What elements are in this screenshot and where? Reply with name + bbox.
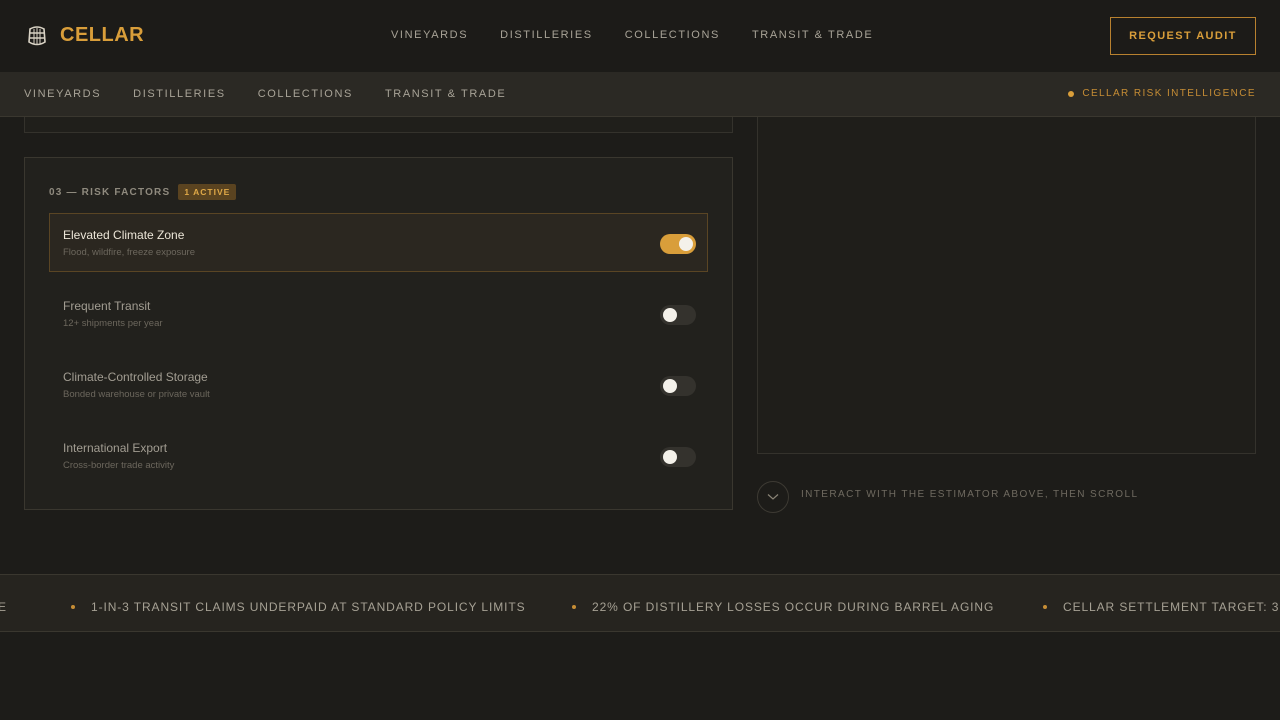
barrel-logo-icon — [28, 25, 46, 45]
top-header: CELLAR VINEYARDS DISTILLERIES COLLECTION… — [0, 0, 1280, 72]
ticker-item: CELLAR SETTLEMENT TARGET: 31 — [1063, 600, 1280, 614]
factor-international-export[interactable]: International Export Cross-border trade … — [49, 426, 708, 485]
ticker-separator-dot — [71, 605, 75, 609]
scroll-hint: INTERACT WITH THE ESTIMATOR ABOVE, THEN … — [757, 481, 1138, 513]
toggle-knob — [663, 450, 677, 464]
toggle-knob — [679, 237, 693, 251]
toggle-switch[interactable] — [660, 305, 696, 325]
subnav-transit-trade[interactable]: TRANSIT & TRADE — [385, 88, 506, 100]
factor-frequent-transit[interactable]: Frequent Transit 12+ shipments per year — [49, 284, 708, 343]
panel-title: 03 — RISK FACTORS — [49, 186, 171, 198]
ticker-separator-dot — [572, 605, 576, 609]
subnav-distilleries[interactable]: DISTILLERIES — [133, 88, 226, 100]
factor-description: Flood, wildfire, freeze exposure — [63, 247, 196, 258]
status-label: CELLAR RISK INTELLIGENCE — [1082, 88, 1256, 99]
subnav-collections[interactable]: COLLECTIONS — [258, 88, 353, 100]
scroll-down-button[interactable] — [757, 481, 789, 513]
factor-name: Elevated Climate Zone — [63, 228, 185, 242]
factor-description: Cross-border trade activity — [63, 460, 175, 471]
factor-elevated-climate-zone[interactable]: Elevated Climate Zone Flood, wildfire, f… — [49, 213, 708, 272]
factor-name: Climate-Controlled Storage — [63, 370, 208, 384]
toggle-switch[interactable] — [660, 234, 696, 254]
request-audit-button[interactable]: REQUEST AUDIT — [1110, 17, 1256, 55]
top-nav-transit-trade[interactable]: TRANSIT & TRADE — [752, 29, 873, 41]
toggle-knob — [663, 379, 677, 393]
brand-name: CELLAR — [60, 24, 145, 46]
active-count-badge: 1 ACTIVE — [178, 184, 237, 200]
toggle-knob — [663, 308, 677, 322]
factor-description: 12+ shipments per year — [63, 318, 163, 329]
factor-climate-controlled-storage[interactable]: Climate-Controlled Storage Bonded wareho… — [49, 355, 708, 414]
status-indicator: CELLAR RISK INTELLIGENCE — [1068, 88, 1256, 99]
factor-name: Frequent Transit — [63, 299, 151, 313]
scroll-hint-text: INTERACT WITH THE ESTIMATOR ABOVE, THEN … — [801, 488, 1139, 500]
section-subnav: VINEYARDS DISTILLERIES COLLECTIONS TRANS… — [0, 72, 1280, 117]
status-dot-icon — [1068, 90, 1075, 97]
risk-factors-panel: 03 — RISK FACTORS 1 ACTIVE Elevated Clim… — [24, 157, 733, 510]
estimate-panel — [757, 100, 1256, 454]
factor-name: International Export — [63, 441, 168, 455]
ticker-item: 1-IN-3 TRANSIT CLAIMS UNDERPAID AT STAND… — [91, 600, 526, 614]
subnav-vineyards[interactable]: VINEYARDS — [24, 88, 101, 100]
chevron-down-icon — [767, 494, 779, 500]
top-nav: VINEYARDS DISTILLERIES COLLECTIONS TRANS… — [391, 29, 905, 41]
ticker-separator-dot — [1043, 605, 1047, 609]
top-nav-vineyards[interactable]: VINEYARDS — [391, 29, 468, 41]
stats-ticker: E 1-IN-3 TRANSIT CLAIMS UNDERPAID AT STA… — [0, 574, 1280, 632]
top-nav-distilleries[interactable]: DISTILLERIES — [500, 29, 593, 41]
ticker-item: E — [0, 600, 7, 614]
top-nav-collections[interactable]: COLLECTIONS — [625, 29, 720, 41]
toggle-switch[interactable] — [660, 376, 696, 396]
brand[interactable]: CELLAR — [26, 24, 144, 47]
toggle-switch[interactable] — [660, 447, 696, 467]
factor-description: Bonded warehouse or private vault — [63, 389, 210, 400]
ticker-item: 22% OF DISTILLERY LOSSES OCCUR DURING BA… — [592, 600, 995, 614]
